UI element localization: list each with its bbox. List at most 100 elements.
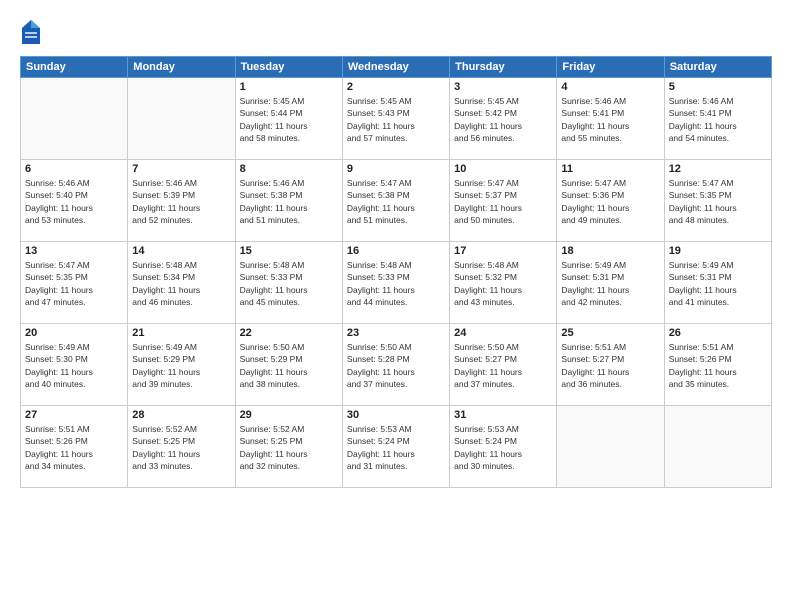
header-sunday: Sunday [21, 57, 128, 78]
day-number: 1 [240, 81, 338, 93]
day-number: 11 [561, 163, 659, 175]
calendar-cell: 24 Sunrise: 5:50 AMSunset: 5:27 PMDayligh… [450, 324, 557, 406]
day-info: Sunrise: 5:49 AMSunset: 5:31 PMDaylight:… [669, 259, 767, 308]
day-number: 26 [669, 327, 767, 339]
header-tuesday: Tuesday [235, 57, 342, 78]
day-info: Sunrise: 5:47 AMSunset: 5:35 PMDaylight:… [25, 259, 123, 308]
day-info: Sunrise: 5:46 AMSunset: 5:41 PMDaylight:… [669, 95, 767, 144]
day-info: Sunrise: 5:47 AMSunset: 5:37 PMDaylight:… [454, 177, 552, 226]
calendar-cell: 28Sunrise: 5:52 AMSunset: 5:25 PMDayligh… [128, 406, 235, 488]
calendar-cell: 26 Sunrise: 5:51 AMSunset: 5:26 PMDayligh… [664, 324, 771, 406]
logo-icon [20, 18, 42, 46]
calendar-cell: 5 Sunrise: 5:46 AMSunset: 5:41 PMDaylight… [664, 78, 771, 160]
day-number: 7 [132, 163, 230, 175]
day-number: 22 [240, 327, 338, 339]
day-number: 27 [25, 409, 123, 421]
calendar-cell: 23Sunrise: 5:50 AMSunset: 5:28 PMDayligh… [342, 324, 449, 406]
header-wednesday: Wednesday [342, 57, 449, 78]
day-info: Sunrise: 5:48 AMSunset: 5:33 PMDaylight:… [347, 259, 445, 308]
calendar-cell [557, 406, 664, 488]
calendar-week-1: 1 Sunrise: 5:45 AMSunset: 5:44 PMDaylight… [21, 78, 772, 160]
calendar-cell: 22 Sunrise: 5:50 AMSunset: 5:29 PMDayligh… [235, 324, 342, 406]
day-number: 8 [240, 163, 338, 175]
calendar-cell: 18 Sunrise: 5:49 AMSunset: 5:31 PMDayligh… [557, 242, 664, 324]
calendar-cell: 14Sunrise: 5:48 AMSunset: 5:34 PMDayligh… [128, 242, 235, 324]
calendar-cell: 12 Sunrise: 5:47 AMSunset: 5:35 PMDayligh… [664, 160, 771, 242]
calendar-cell: 16 Sunrise: 5:48 AMSunset: 5:33 PMDayligh… [342, 242, 449, 324]
day-info: Sunrise: 5:48 AMSunset: 5:32 PMDaylight:… [454, 259, 552, 308]
calendar-cell: 7 Sunrise: 5:46 AMSunset: 5:39 PMDaylight… [128, 160, 235, 242]
calendar-cell: 17 Sunrise: 5:48 AMSunset: 5:32 PMDayligh… [450, 242, 557, 324]
header-monday: Monday [128, 57, 235, 78]
calendar-cell [664, 406, 771, 488]
day-number: 24 [454, 327, 552, 339]
day-number: 25 [561, 327, 659, 339]
calendar-week-2: 6 Sunrise: 5:46 AMSunset: 5:40 PMDaylight… [21, 160, 772, 242]
day-info: Sunrise: 5:51 AMSunset: 5:27 PMDaylight:… [561, 341, 659, 390]
day-info: Sunrise: 5:47 AMSunset: 5:36 PMDaylight:… [561, 177, 659, 226]
day-info: Sunrise: 5:49 AMSunset: 5:31 PMDaylight:… [561, 259, 659, 308]
day-number: 19 [669, 245, 767, 257]
calendar-cell: 20 Sunrise: 5:49 AMSunset: 5:30 PMDayligh… [21, 324, 128, 406]
day-info: Sunrise: 5:53 AMSunset: 5:24 PMDaylight:… [454, 423, 552, 472]
day-number: 12 [669, 163, 767, 175]
calendar-week-5: 27Sunrise: 5:51 AMSunset: 5:26 PMDayligh… [21, 406, 772, 488]
calendar-cell: 15 Sunrise: 5:48 AMSunset: 5:33 PMDayligh… [235, 242, 342, 324]
day-info: Sunrise: 5:45 AMSunset: 5:43 PMDaylight:… [347, 95, 445, 144]
calendar-cell: 8 Sunrise: 5:46 AMSunset: 5:38 PMDaylight… [235, 160, 342, 242]
day-number: 15 [240, 245, 338, 257]
calendar-cell: 13 Sunrise: 5:47 AMSunset: 5:35 PMDayligh… [21, 242, 128, 324]
day-info: Sunrise: 5:50 AMSunset: 5:29 PMDaylight:… [240, 341, 338, 390]
day-number: 3 [454, 81, 552, 93]
day-info: Sunrise: 5:45 AMSunset: 5:44 PMDaylight:… [240, 95, 338, 144]
day-number: 23 [347, 327, 445, 339]
calendar-cell [21, 78, 128, 160]
day-number: 14 [132, 245, 230, 257]
calendar-cell: 30 Sunrise: 5:53 AMSunset: 5:24 PMDayligh… [342, 406, 449, 488]
day-info: Sunrise: 5:47 AMSunset: 5:38 PMDaylight:… [347, 177, 445, 226]
day-number: 20 [25, 327, 123, 339]
day-info: Sunrise: 5:53 AMSunset: 5:24 PMDaylight:… [347, 423, 445, 472]
day-info: Sunrise: 5:46 AMSunset: 5:40 PMDaylight:… [25, 177, 123, 226]
header-saturday: Saturday [664, 57, 771, 78]
calendar-header-row: SundayMondayTuesdayWednesdayThursdayFrid… [21, 57, 772, 78]
day-number: 16 [347, 245, 445, 257]
page-header [20, 18, 772, 46]
calendar-cell: 4 Sunrise: 5:46 AMSunset: 5:41 PMDaylight… [557, 78, 664, 160]
calendar-week-4: 20 Sunrise: 5:49 AMSunset: 5:30 PMDayligh… [21, 324, 772, 406]
logo [20, 18, 44, 46]
calendar-table: SundayMondayTuesdayWednesdayThursdayFrid… [20, 56, 772, 488]
day-number: 31 [454, 409, 552, 421]
day-info: Sunrise: 5:49 AMSunset: 5:30 PMDaylight:… [25, 341, 123, 390]
day-info: Sunrise: 5:48 AMSunset: 5:33 PMDaylight:… [240, 259, 338, 308]
calendar-cell: 3Sunrise: 5:45 AMSunset: 5:42 PMDaylight… [450, 78, 557, 160]
day-number: 30 [347, 409, 445, 421]
day-number: 29 [240, 409, 338, 421]
day-info: Sunrise: 5:46 AMSunset: 5:38 PMDaylight:… [240, 177, 338, 226]
calendar-week-3: 13 Sunrise: 5:47 AMSunset: 5:35 PMDayligh… [21, 242, 772, 324]
day-info: Sunrise: 5:46 AMSunset: 5:41 PMDaylight:… [561, 95, 659, 144]
calendar-cell: 1 Sunrise: 5:45 AMSunset: 5:44 PMDaylight… [235, 78, 342, 160]
calendar-cell: 19 Sunrise: 5:49 AMSunset: 5:31 PMDayligh… [664, 242, 771, 324]
calendar-cell: 29Sunrise: 5:52 AMSunset: 5:25 PMDayligh… [235, 406, 342, 488]
day-number: 2 [347, 81, 445, 93]
day-info: Sunrise: 5:51 AMSunset: 5:26 PMDaylight:… [669, 341, 767, 390]
day-number: 17 [454, 245, 552, 257]
day-number: 10 [454, 163, 552, 175]
day-number: 13 [25, 245, 123, 257]
day-number: 18 [561, 245, 659, 257]
day-number: 5 [669, 81, 767, 93]
day-info: Sunrise: 5:47 AMSunset: 5:35 PMDaylight:… [669, 177, 767, 226]
day-number: 6 [25, 163, 123, 175]
day-number: 4 [561, 81, 659, 93]
calendar-cell: 11 Sunrise: 5:47 AMSunset: 5:36 PMDayligh… [557, 160, 664, 242]
day-info: Sunrise: 5:46 AMSunset: 5:39 PMDaylight:… [132, 177, 230, 226]
calendar-cell: 10 Sunrise: 5:47 AMSunset: 5:37 PMDayligh… [450, 160, 557, 242]
calendar-cell: 9Sunrise: 5:47 AMSunset: 5:38 PMDaylight… [342, 160, 449, 242]
day-number: 21 [132, 327, 230, 339]
calendar-cell: 25 Sunrise: 5:51 AMSunset: 5:27 PMDayligh… [557, 324, 664, 406]
calendar-cell: 6 Sunrise: 5:46 AMSunset: 5:40 PMDaylight… [21, 160, 128, 242]
header-thursday: Thursday [450, 57, 557, 78]
day-info: Sunrise: 5:50 AMSunset: 5:27 PMDaylight:… [454, 341, 552, 390]
calendar-cell: 31 Sunrise: 5:53 AMSunset: 5:24 PMDayligh… [450, 406, 557, 488]
